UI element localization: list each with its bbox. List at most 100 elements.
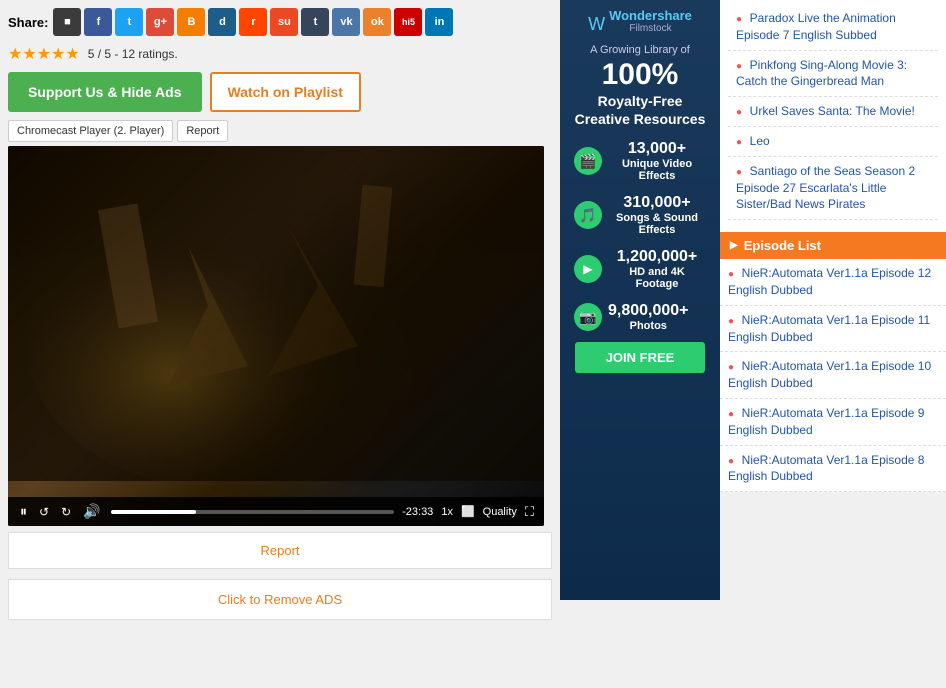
- ep-dot-1: ●: [728, 316, 734, 327]
- share-icon-square[interactable]: ■: [53, 8, 81, 36]
- ad-headline: Royalty-FreeCreative Resources: [568, 92, 712, 128]
- share-icon-vk[interactable]: vk: [332, 8, 360, 36]
- related-dot-1: ●: [736, 61, 742, 72]
- right-panel-inner: ● Paradox Live the Animation Episode 7 E…: [720, 0, 946, 492]
- share-icon-linkedin[interactable]: in: [425, 8, 453, 36]
- video-effects-icon: 🎬: [574, 147, 602, 175]
- pause-button[interactable]: ⏸: [18, 503, 29, 520]
- related-item-4[interactable]: ● Santiago of the Seas Season 2 Episode …: [728, 157, 938, 220]
- ad-pct: 100%: [568, 58, 712, 92]
- report-label[interactable]: Report: [177, 120, 228, 142]
- support-us-button[interactable]: Support Us & Hide Ads: [8, 72, 202, 112]
- related-item-1[interactable]: ● Pinkfong Sing-Along Movie 3: Catch the…: [728, 51, 938, 98]
- ad-panel: W Wondershare Filmstock A Growing Librar…: [560, 0, 720, 628]
- related-item-3[interactable]: ● Leo: [728, 127, 938, 157]
- ad-feature-1: 🎬 13,000+ Unique Video Effects: [568, 136, 712, 186]
- ad-tagline: A Growing Library of: [568, 44, 712, 56]
- star-rating[interactable]: ★★★★★: [8, 44, 80, 64]
- speed-button[interactable]: 1x: [441, 506, 453, 518]
- video-effects-label: Unique Video Effects: [608, 158, 706, 182]
- progress-bar[interactable]: [111, 510, 395, 514]
- related-item-text-3: Leo: [750, 134, 770, 148]
- related-videos: ● Paradox Live the Animation Episode 7 E…: [720, 0, 946, 224]
- related-item-0[interactable]: ● Paradox Live the Animation Episode 7 E…: [728, 4, 938, 51]
- fullscreen-button[interactable]: ⛶: [525, 504, 534, 520]
- forward-button[interactable]: ↻: [59, 505, 73, 519]
- photos-count: 9,800,000+: [608, 302, 689, 320]
- subtitle-icon[interactable]: ⬜: [461, 505, 475, 518]
- wondershare-ad[interactable]: W Wondershare Filmstock A Growing Librar…: [560, 0, 720, 600]
- footage-count: 1,200,000+: [608, 248, 706, 266]
- related-item-text-1: Pinkfong Sing-Along Movie 3: Catch the G…: [736, 58, 907, 89]
- ep-text-2: NieR:Automata Ver1.1a Episode 10 English…: [728, 359, 931, 390]
- ep-text-4: NieR:Automata Ver1.1a Episode 8 English …: [728, 453, 924, 484]
- ep-text-0: NieR:Automata Ver1.1a Episode 12 English…: [728, 266, 931, 297]
- join-free-button[interactable]: JOIN FREE: [575, 342, 705, 373]
- share-icon-reddit[interactable]: r: [239, 8, 267, 36]
- watch-playlist-button[interactable]: Watch on Playlist: [210, 72, 361, 112]
- related-item-text-2: Urkel Saves Santa: The Movie!: [750, 104, 915, 118]
- footage-label: HD and 4K Footage: [608, 266, 706, 290]
- ep-text-3: NieR:Automata Ver1.1a Episode 9 English …: [728, 406, 924, 437]
- report-button[interactable]: Report: [8, 532, 552, 569]
- right-panel: ● Paradox Live the Animation Episode 7 E…: [720, 0, 946, 628]
- photos-label: Photos: [608, 320, 689, 332]
- video-frame: [8, 146, 544, 526]
- episode-list-title: Episode List: [744, 238, 821, 253]
- sound-effects-count: 310,000+: [608, 194, 706, 212]
- share-icon-stumbleupon[interactable]: su: [270, 8, 298, 36]
- episode-item-3[interactable]: ● NieR:Automata Ver1.1a Episode 9 Englis…: [720, 399, 946, 446]
- ad-logo: Wondershare: [609, 8, 692, 23]
- left-panel: Share: ■ f t g+ B d r su t vk ok hi5 in …: [0, 0, 560, 628]
- related-item-2[interactable]: ● Urkel Saves Santa: The Movie!: [728, 97, 938, 127]
- ep-dot-3: ●: [728, 409, 734, 420]
- photos-icon: 📷: [574, 303, 602, 331]
- share-icon-digg[interactable]: d: [208, 8, 236, 36]
- chromecast-player-label[interactable]: Chromecast Player (2. Player): [8, 120, 173, 142]
- share-label: Share:: [8, 15, 48, 30]
- rewind-button[interactable]: ↺: [37, 505, 51, 519]
- share-icon-hi5[interactable]: hi5: [394, 8, 422, 36]
- episode-list-arrow-icon: ▶: [730, 240, 738, 251]
- ep-dot-2: ●: [728, 362, 734, 373]
- volume-button[interactable]: 🔊: [81, 503, 102, 520]
- rating-row: ★★★★★ 5 / 5 - 12 ratings.: [8, 44, 552, 64]
- share-icon-ok[interactable]: ok: [363, 8, 391, 36]
- ad-feature-4: 📷 9,800,000+ Photos: [568, 298, 712, 336]
- episode-item-0[interactable]: ● NieR:Automata Ver1.1a Episode 12 Engli…: [720, 259, 946, 306]
- rating-text: 5 / 5 - 12 ratings.: [88, 47, 178, 61]
- report-container: Report: [8, 532, 552, 569]
- quality-button[interactable]: Quality: [483, 506, 517, 518]
- episode-item-2[interactable]: ● NieR:Automata Ver1.1a Episode 10 Engli…: [720, 352, 946, 399]
- related-dot-3: ●: [736, 137, 742, 148]
- related-item-text-4: Santiago of the Seas Season 2 Episode 27…: [736, 164, 915, 212]
- player-labels: Chromecast Player (2. Player) Report: [8, 120, 552, 142]
- related-dot-0: ●: [736, 14, 742, 25]
- episode-item-1[interactable]: ● NieR:Automata Ver1.1a Episode 11 Engli…: [720, 306, 946, 353]
- episode-list-header: ▶ Episode List: [720, 232, 946, 259]
- related-dot-4: ●: [736, 167, 742, 178]
- ep-dot-0: ●: [728, 269, 734, 280]
- sound-effects-label: Songs & Sound Effects: [608, 212, 706, 236]
- share-icon-facebook[interactable]: f: [84, 8, 112, 36]
- share-bar: Share: ■ f t g+ B d r su t vk ok hi5 in: [8, 8, 552, 36]
- share-icon-tumblr[interactable]: t: [301, 8, 329, 36]
- sound-effects-icon: 🎵: [574, 201, 602, 229]
- share-icon-googleplus[interactable]: g+: [146, 8, 174, 36]
- ad-feature-2: 🎵 310,000+ Songs & Sound Effects: [568, 190, 712, 240]
- video-player[interactable]: ⏸ ↺ ↻ 🔊 -23:33 1x ⬜ Quality ⛶: [8, 146, 544, 526]
- remove-ads-button[interactable]: Click to Remove ADS: [8, 579, 552, 620]
- video-effects-count: 13,000+: [608, 140, 706, 158]
- ep-text-1: NieR:Automata Ver1.1a Episode 11 English…: [728, 313, 930, 344]
- share-icon-twitter[interactable]: t: [115, 8, 143, 36]
- progress-fill: [111, 510, 196, 514]
- video-content: [8, 146, 544, 481]
- episode-item-4[interactable]: ● NieR:Automata Ver1.1a Episode 8 Englis…: [720, 446, 946, 493]
- share-icon-blogger[interactable]: B: [177, 8, 205, 36]
- footage-icon: ▶: [574, 255, 602, 283]
- ad-subtitle: Filmstock: [609, 23, 692, 34]
- related-dot-2: ●: [736, 107, 742, 118]
- related-item-text-0: Paradox Live the Animation Episode 7 Eng…: [736, 11, 896, 42]
- time-display: -23:33: [402, 506, 433, 518]
- ep-dot-4: ●: [728, 456, 734, 467]
